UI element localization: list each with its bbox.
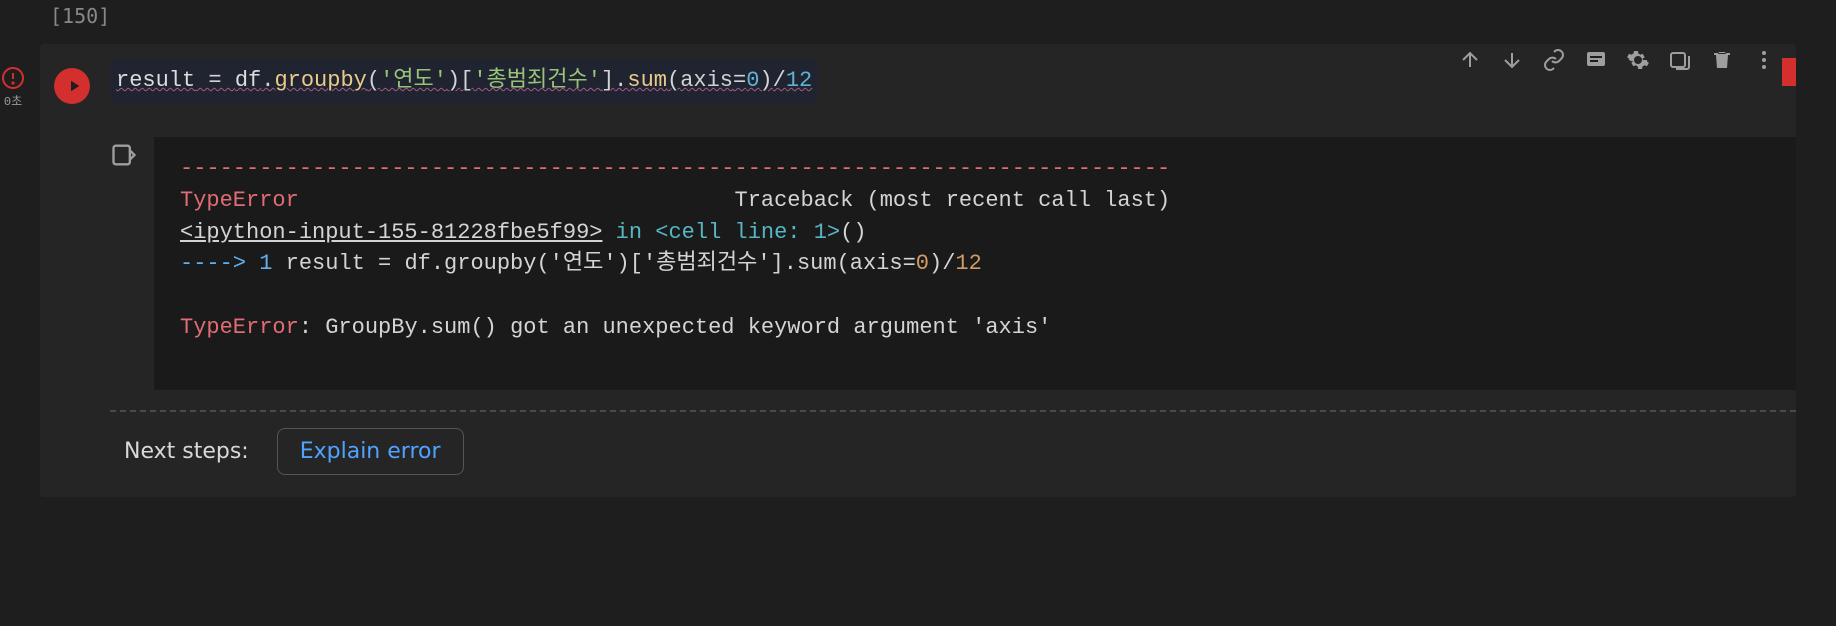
gear-icon[interactable] [1624, 46, 1652, 74]
traceback-text: () [840, 220, 866, 245]
code-cell: 0초 [40, 44, 1796, 497]
code-token: ) [759, 68, 772, 93]
code-token: 12 [786, 68, 812, 93]
code-token: = [195, 68, 235, 93]
code-token: groupby [274, 68, 366, 93]
move-down-icon[interactable] [1498, 46, 1526, 74]
next-steps-label: Next steps: [124, 439, 249, 464]
move-up-icon[interactable] [1456, 46, 1484, 74]
code-token: / [773, 68, 786, 93]
traceback-text: <cell line: 1> [655, 220, 840, 245]
traceback-code: 12 [955, 251, 981, 276]
code-token: result [116, 68, 195, 93]
traceback-errtype: TypeError [180, 315, 299, 340]
code-token: ) [447, 68, 460, 93]
code-token: . [614, 68, 627, 93]
traceback-code: 0 [916, 251, 929, 276]
traceback-code: )/ [929, 251, 955, 276]
cell-body: result = df.groupby('연도')['총범죄건수'].sum(a… [40, 44, 1796, 497]
exec-timing: 0초 [4, 92, 22, 109]
cell-status-gutter: 0초 [0, 66, 28, 109]
code-token: '연도' [380, 68, 447, 93]
more-icon[interactable] [1750, 46, 1778, 74]
traceback-code: result = df.groupby('연도')['총범죄건수'].sum(a… [272, 251, 915, 276]
cell-toolbar [1444, 38, 1790, 82]
trash-icon[interactable] [1708, 46, 1736, 74]
output-wrap: ----------------------------------------… [110, 137, 1796, 390]
traceback-errmsg: : GroupBy.sum() got an unexpected keywor… [299, 315, 1052, 340]
comment-icon[interactable] [1582, 46, 1610, 74]
traceback-lineno: 1 [259, 251, 272, 276]
traceback-errtype: TypeError [180, 188, 299, 213]
prev-cell-exec-count: [150] [40, 0, 1796, 32]
traceback-header: Traceback (most recent call last) [299, 188, 1170, 213]
next-steps: Next steps: Explain error [110, 410, 1796, 481]
error-icon [1, 66, 25, 90]
run-button[interactable] [54, 68, 90, 104]
code-token: sum [627, 68, 667, 93]
code-token: df [235, 68, 261, 93]
link-icon[interactable] [1540, 46, 1568, 74]
code-token: '총범죄건수' [473, 68, 601, 93]
mirror-icon[interactable] [1666, 46, 1694, 74]
code-token: ( [667, 68, 680, 93]
code-token: ] [601, 68, 614, 93]
traceback-sep: ----------------------------------------… [180, 156, 1170, 181]
output-area[interactable]: ----------------------------------------… [154, 137, 1796, 390]
traceback-text: in [602, 220, 655, 245]
code-token: axis [680, 68, 733, 93]
code-token: . [261, 68, 274, 93]
traceback-arrow: ----> [180, 251, 259, 276]
code-token: 0 [746, 68, 759, 93]
output-collapse-icon[interactable] [110, 137, 140, 390]
explain-error-button[interactable]: Explain error [277, 428, 464, 475]
code-token: ( [367, 68, 380, 93]
code-token: [ [460, 68, 473, 93]
code-token: = [733, 68, 746, 93]
code-editor[interactable]: result = df.groupby('연도')['총범죄건수'].sum(a… [110, 60, 818, 103]
traceback-source-link[interactable]: <ipython-input-155-81228fbe5f99> [180, 220, 602, 245]
